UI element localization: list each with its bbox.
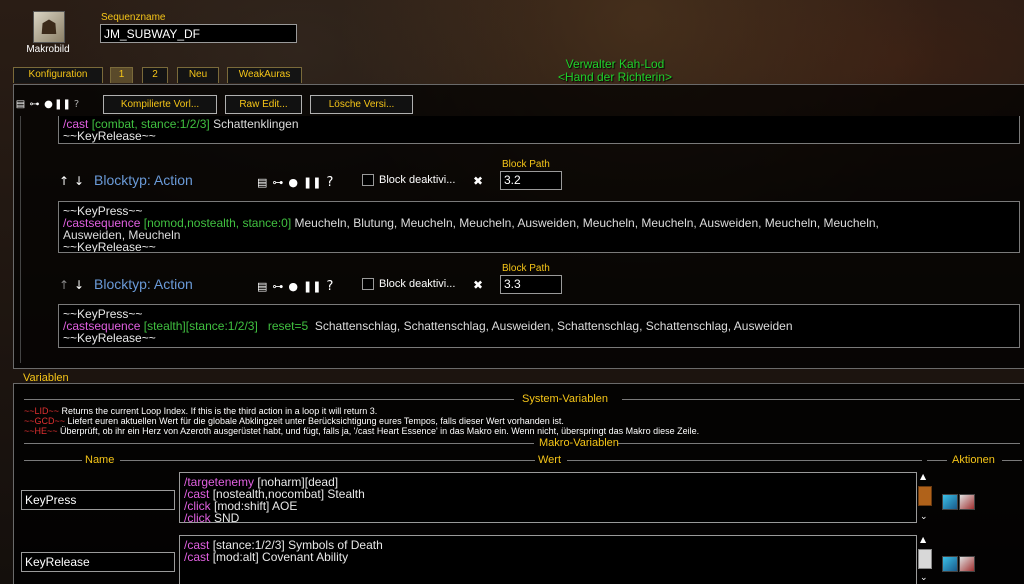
block-3-1-code[interactable]: /cast [combat, stance:1/2/3] Schattenkli… [58, 116, 1020, 144]
block-path-input[interactable]: 3.3 [500, 275, 562, 294]
variable-name-input[interactable]: KeyRelease [21, 552, 175, 572]
sequence-name-input[interactable]: JM_SUBWAY_DF [100, 24, 297, 43]
code-reset: reset=5 [267, 319, 309, 333]
code-keyrelease: ~~KeyRelease~~ [63, 331, 156, 345]
macro-icon-button[interactable]: ☗ [33, 11, 65, 43]
code-spells: Meucheln, Blutung, Meucheln, Meucheln, A… [294, 216, 879, 230]
compiled-template-button[interactable]: Kompilierte Vorl... [103, 95, 217, 114]
block-3-2-icons: ▤ ⊶ ● ❚❚ ? [257, 175, 333, 190]
column-header-name: Name [85, 454, 115, 466]
branch-icon[interactable]: ⊶ [272, 176, 283, 189]
divider [927, 460, 947, 461]
scroll-thumb[interactable] [918, 549, 932, 569]
pause-icon[interactable]: ❚❚ [303, 280, 321, 293]
divider [1002, 460, 1022, 461]
move-down-icon[interactable]: ↓ [74, 278, 84, 292]
divider [618, 443, 1020, 444]
move-up-icon[interactable]: ↑ [59, 278, 69, 292]
block-path-label: Block Path [502, 263, 550, 274]
branch-icon[interactable]: ⊶ [272, 280, 283, 293]
scroll-down-icon[interactable]: ⌄ [920, 512, 928, 522]
system-variable-gcd: ~~GCD~~ Liefert euren aktuellen Wert für… [24, 416, 564, 426]
column-header-actions: Aktionen [952, 454, 995, 466]
blocks-scroll-area[interactable]: /cast [combat, stance:1/2/3] Schattenkli… [20, 116, 1024, 363]
move-down-icon[interactable]: ↓ [74, 174, 84, 188]
variable-value-scrollbar[interactable]: ▲ ⌄ [918, 472, 932, 523]
code-spells-cont: Ausweiden, Meucheln [63, 228, 181, 242]
sequence-name-label: Sequenzname [101, 12, 166, 23]
scroll-thumb[interactable] [918, 486, 932, 506]
code-spells: Schattenschlag, Schattenschlag, Ausweide… [314, 319, 793, 333]
scroll-up-icon[interactable]: ▲ [920, 535, 926, 544]
delete-variable-icon[interactable] [959, 494, 975, 510]
list-icon[interactable]: ▤ [257, 280, 267, 293]
delete-variable-icon[interactable] [959, 556, 975, 572]
delete-block-icon[interactable]: ✖ [473, 278, 483, 292]
delete-version-button[interactable]: Lösche Versi... [310, 95, 413, 114]
loop-icon[interactable]: ● [43, 99, 54, 110]
loop-icon[interactable]: ● [288, 280, 298, 293]
system-variable-lid: ~~LID~~ Returns the current Loop Index. … [24, 406, 378, 416]
move-up-icon[interactable]: ↑ [59, 174, 69, 188]
column-header-value: Wert [538, 454, 562, 466]
tab-version-2[interactable]: 2 [142, 67, 168, 83]
divider [622, 399, 1020, 400]
list-icon[interactable]: ▤ [15, 99, 26, 110]
pause-icon[interactable]: ❚❚ [54, 99, 71, 110]
variable-name-input[interactable]: KeyPress [21, 490, 175, 510]
divider [120, 460, 535, 461]
code-keyrelease: ~~KeyRelease~~ [63, 240, 156, 253]
code-keyrelease: ~~KeyRelease~~ [63, 129, 156, 143]
block-disable-label: Block deaktivi... [379, 278, 456, 290]
list-icon[interactable]: ▤ [257, 176, 267, 189]
block-3-3-icons: ▤ ⊶ ● ❚❚ ? [257, 279, 333, 294]
macro-icon-label: Makrobild [26, 44, 70, 55]
block-type-label: Blocktyp: Action [94, 276, 193, 292]
tab-weakauras[interactable]: WeakAuras [227, 67, 302, 83]
divider [24, 443, 534, 444]
block-disable-label: Block deaktivi... [379, 174, 456, 186]
variable-value-scrollbar[interactable]: ▲ ⌄ [918, 535, 932, 584]
raw-edit-button[interactable]: Raw Edit... [225, 95, 302, 114]
variable-value-editor[interactable]: /targetenemy [noharm][dead] /cast [noste… [179, 472, 917, 523]
divider [24, 399, 514, 400]
system-variable-he: ~~HE~~ Überprüft, ob ihr ein Herz von Az… [24, 426, 700, 436]
tab-version-1[interactable]: 1 [110, 67, 133, 83]
tab-configuration[interactable]: Konfiguration [13, 67, 103, 83]
help-icon[interactable]: ? [326, 279, 333, 294]
system-variables-title: System-Variablen [522, 393, 608, 405]
divider [24, 460, 82, 461]
block-path-input[interactable]: 3.2 [500, 171, 562, 190]
block-3-3-code[interactable]: ~~KeyPress~~ /castsequence [stealth][sta… [58, 304, 1020, 348]
macro-variables-title: Makro-Variablen [539, 437, 619, 449]
branch-icon[interactable]: ⊶ [29, 99, 40, 110]
code-spell: Schattenklingen [213, 117, 299, 131]
edit-variable-icon[interactable] [942, 494, 958, 510]
block-3-2-code[interactable]: ~~KeyPress~~ /castsequence [nomod,nostea… [58, 201, 1020, 253]
help-icon[interactable]: ? [326, 175, 333, 190]
loop-icon[interactable]: ● [288, 176, 298, 189]
code-condition: [stealth][stance:1/2/3] [143, 319, 258, 333]
block-disable-checkbox[interactable] [362, 174, 374, 186]
variable-value-editor[interactable]: /cast [stance:1/2/3] Symbols of Death /c… [179, 535, 917, 584]
block-path-label: Block Path [502, 159, 550, 170]
scroll-down-icon[interactable]: ⌄ [920, 573, 928, 583]
edit-variable-icon[interactable] [942, 556, 958, 572]
gse-editor-window: ☗ Makrobild Sequenzname JM_SUBWAY_DF Kon… [0, 0, 1024, 584]
rogue-portrait-icon: ☗ [40, 15, 58, 39]
help-icon[interactable]: ? [71, 99, 82, 110]
tab-new[interactable]: Neu [177, 67, 219, 83]
divider [567, 460, 922, 461]
pause-icon[interactable]: ❚❚ [303, 176, 321, 189]
scroll-up-icon[interactable]: ▲ [920, 472, 926, 481]
block-type-label: Blocktyp: Action [94, 172, 193, 188]
toolbar-icons: ▤ ⊶ ● ❚❚ ? [15, 99, 82, 110]
block-disable-checkbox[interactable] [362, 278, 374, 290]
delete-block-icon[interactable]: ✖ [473, 174, 483, 188]
